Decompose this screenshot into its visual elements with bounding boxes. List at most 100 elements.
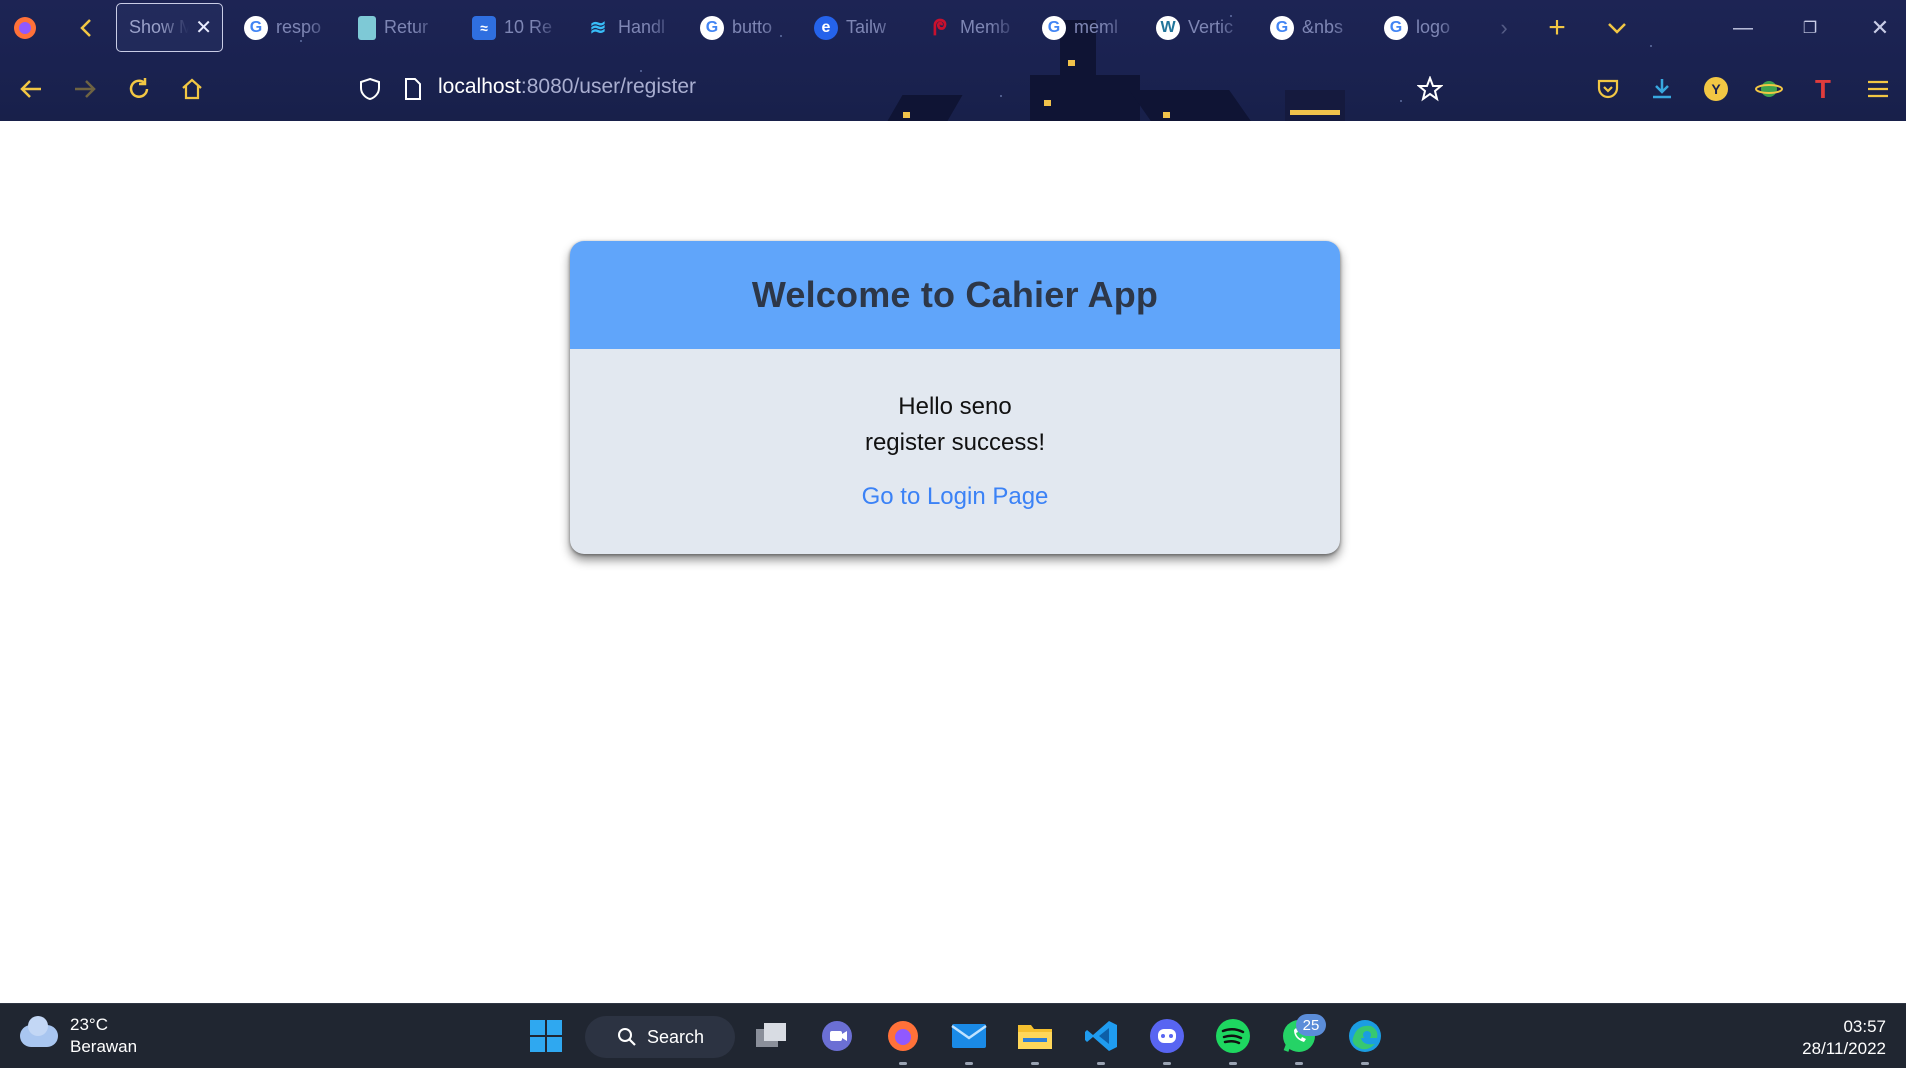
taskbar-search[interactable]: Search [585,1016,735,1058]
tab-title: respo [276,17,322,37]
url-bar[interactable]: localhost:8080/user/register [438,75,696,99]
google-icon: G [244,15,268,40]
tab-show[interactable]: Show M ✕ [116,3,223,52]
page-info-icon[interactable] [396,72,430,106]
google-icon: G [1270,15,1294,40]
reload-icon[interactable] [122,72,156,106]
tab-10-re[interactable]: ≈ 10 Re [460,3,567,52]
google-icon: G [1384,15,1408,40]
clock-time: 03:57 [1843,1017,1886,1036]
tab-logo[interactable]: G logo [1372,3,1462,52]
running-indicator [1031,1062,1039,1065]
tab-scroll-left-icon[interactable] [70,12,102,44]
running-indicator [1295,1062,1303,1065]
running-indicator [1097,1062,1105,1065]
tab-butto[interactable]: G butto [688,3,795,52]
firefox-icon[interactable] [9,12,41,44]
tab-title: Memb [960,17,1011,37]
tab-scroll-right-icon[interactable]: › [1488,12,1520,44]
tab-tailw[interactable]: e Tailw [802,3,909,52]
tab-title: 10 Re [504,17,553,37]
google-icon: G [1042,15,1066,40]
back-icon[interactable] [14,72,48,106]
mail-icon[interactable] [950,1017,988,1065]
tailwind-docs-icon: e [814,15,838,40]
downloads-icon[interactable] [1645,72,1679,106]
running-indicator [965,1062,973,1065]
system-clock[interactable]: 03:57 28/11/2022 [1802,1016,1886,1060]
tab-title: logo [1416,17,1451,37]
menu-icon[interactable] [1861,72,1895,106]
task-view-icon[interactable] [752,1017,790,1055]
tab-title: Retur [384,17,429,37]
svg-text:Y: Y [1711,81,1721,97]
minimize-icon[interactable]: — [1723,8,1763,48]
tab-title: Show M [129,17,189,37]
weather-widget[interactable]: 23°C Berawan [20,1014,137,1058]
close-tab-icon[interactable]: ✕ [195,15,212,40]
extension-y-icon[interactable]: Y [1699,72,1733,106]
tab-nbsp[interactable]: G &nbs [1258,3,1365,52]
discord-icon[interactable] [1148,1017,1186,1065]
extension-planet-icon[interactable] [1752,72,1786,106]
login-link[interactable]: Go to Login Page [862,483,1049,511]
running-indicator [1361,1062,1369,1065]
debian-icon: ᖘ [932,14,948,40]
taskbar: 23°C Berawan Search 03:57 28/11/2022 [0,1003,1906,1068]
wordpress-icon: W [1156,15,1180,40]
browser-chrome: Show M ✕ G respo Retur ≈ 10 Re ≋ Handl G… [0,0,1906,121]
card-body: Hello seno register success! Go to Login… [570,349,1340,511]
tab-title: &nbs [1302,17,1344,37]
url-path: :8080/user/register [520,75,696,98]
vscode-icon[interactable] [1082,1017,1120,1065]
forward-icon[interactable] [68,72,102,106]
tab-handl[interactable]: ≋ Handl [574,3,681,52]
greeting-text: Hello seno [898,393,1012,420]
home-icon[interactable] [175,72,209,106]
tab-retur[interactable]: Retur [346,3,453,52]
shield-icon[interactable] [353,72,387,106]
status-text: register success! [864,429,1046,456]
running-indicator [899,1062,907,1065]
new-tab-icon[interactable]: + [1541,11,1573,44]
welcome-card: Welcome to Cahier App Hello seno registe… [570,241,1340,554]
tab-title: Handl [618,17,666,37]
nav-bar: localhost:8080/user/register Y T [0,58,1906,121]
search-label: Search [647,1026,705,1047]
tab-title: Tailw [846,17,887,37]
running-indicator [1229,1062,1237,1065]
card-header: Welcome to Cahier App [570,241,1340,349]
clipboard-icon [358,15,376,40]
file-explorer-icon[interactable] [1016,1017,1054,1065]
tab-vertic[interactable]: W Vertic [1144,3,1251,52]
tab-bar: Show M ✕ G respo Retur ≈ 10 Re ≋ Handl G… [0,0,1906,56]
tailwind-icon: ≋ [589,17,607,39]
restore-icon[interactable]: ❐ [1790,8,1830,48]
tab-memb[interactable]: ᖘ Memb [916,3,1023,52]
list-tabs-icon[interactable] [1601,12,1633,44]
tab-meml[interactable]: G meml [1030,3,1137,52]
chart-icon: ≈ [472,15,496,40]
tab-respo[interactable]: G respo [232,3,339,52]
teams-chat-icon[interactable] [818,1017,856,1055]
spotify-icon[interactable] [1214,1017,1252,1065]
google-icon: G [700,15,724,40]
extension-t-icon[interactable]: T [1806,72,1840,106]
tab-title: butto [732,17,773,37]
window-close-icon[interactable]: ✕ [1860,8,1900,48]
pocket-icon[interactable] [1591,72,1625,106]
cloud-icon [20,1016,58,1047]
clock-date: 28/11/2022 [1802,1039,1886,1058]
running-indicator [1163,1062,1171,1065]
edge-icon[interactable] [1346,1017,1384,1065]
page-title: Welcome to Cahier App [751,274,1159,315]
temperature: 23°C [70,1015,108,1034]
notification-badge: 25 [1296,1014,1326,1036]
firefox-taskbar-icon[interactable] [884,1017,922,1065]
search-icon [618,1028,636,1046]
tab-title: meml [1074,17,1118,37]
url-host: localhost [438,75,521,98]
bookmark-star-icon[interactable] [1413,72,1447,106]
tab-title: Vertic [1188,17,1234,37]
start-icon[interactable] [527,1017,565,1055]
